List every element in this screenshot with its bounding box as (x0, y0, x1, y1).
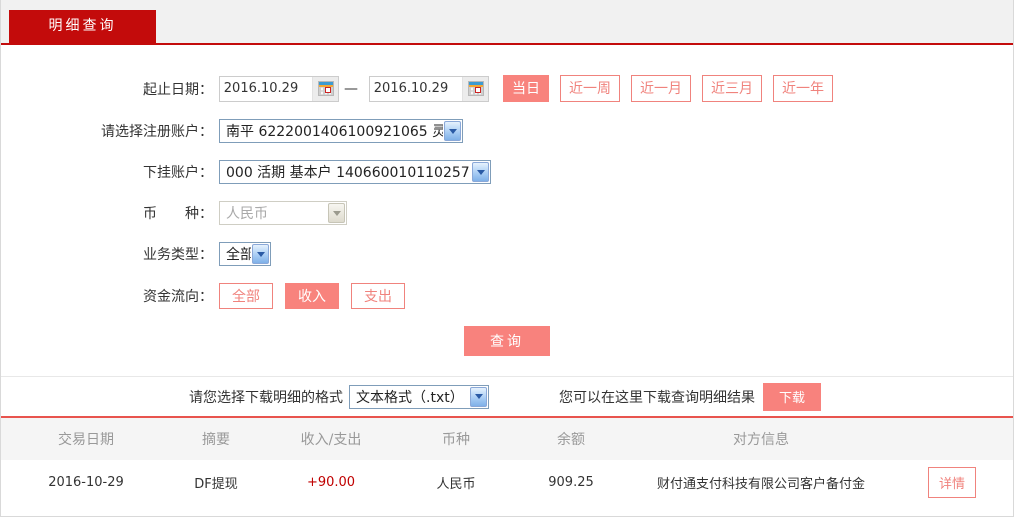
start-date-field (219, 75, 339, 102)
business-type-label: 业务类型： (143, 247, 213, 263)
currency-row: 币 种： 人民币 (1, 201, 1013, 225)
chevron-down-icon (328, 203, 345, 223)
header-trade-date: 交易日期 (58, 432, 114, 448)
register-account-value: 南平 6222001406100921065 灵通卡 (226, 124, 443, 140)
calendar-icon (317, 81, 334, 96)
end-date-input[interactable] (370, 77, 452, 100)
currency-select: 人民币 (219, 201, 347, 225)
register-account-label: 请选择注册账户： (101, 124, 213, 140)
header-balance: 余额 (557, 432, 585, 448)
calendar-icon (467, 81, 484, 96)
end-date-field (369, 75, 489, 102)
cell-amount: +90.00 (306, 475, 356, 490)
header-summary: 摘要 (202, 432, 230, 448)
download-format-select[interactable]: 文本格式（.txt） (349, 384, 489, 409)
fund-flow-label: 资金流向： (143, 289, 213, 305)
detail-button[interactable]: 详情 (927, 467, 976, 498)
quick-range-week-button[interactable]: 近一周 (560, 75, 620, 102)
cell-action: 详情 (891, 467, 1013, 498)
quick-range-quarter-button[interactable]: 近三月 (702, 75, 762, 102)
start-date-calendar-button[interactable] (312, 76, 338, 101)
detail-query-page: 明细查询 起止日期： — 当日 近一周 近一月 近三月 近一 (0, 0, 1014, 517)
header-counterparty: 对方信息 (733, 432, 789, 448)
cell-trade-date: 2016-10-29 (48, 475, 124, 490)
sub-account-value: 000 活期 基本户 1406600101102571848 (226, 165, 471, 181)
download-format-value: 文本格式（.txt） (356, 389, 464, 406)
sub-account-row: 下挂账户： 000 活期 基本户 1406600101102571848 (1, 160, 1013, 184)
sub-account-select[interactable]: 000 活期 基本户 1406600101102571848 (219, 160, 491, 184)
tab-detail-query[interactable]: 明细查询 (9, 10, 156, 43)
table-header: 交易日期 摘要 收入/支出 币种 余额 对方信息 (1, 418, 1013, 460)
quick-range-month-button[interactable]: 近一月 (631, 75, 691, 102)
currency-value: 人民币 (226, 206, 268, 222)
chevron-down-icon (444, 121, 461, 141)
start-date-input[interactable] (220, 77, 302, 100)
register-account-select[interactable]: 南平 6222001406100921065 灵通卡 (219, 119, 463, 143)
quick-range-today-button[interactable]: 当日 (503, 75, 549, 102)
header-income-expense: 收入/支出 (300, 432, 362, 448)
query-button[interactable]: 查询 (464, 326, 550, 356)
chevron-down-icon (252, 244, 269, 264)
business-type-select[interactable]: 全部 (219, 242, 271, 266)
tab-bar: 明细查询 (1, 0, 1013, 43)
sub-account-label: 下挂账户： (143, 165, 213, 181)
header-currency: 币种 (442, 432, 470, 448)
cell-summary: DF提现 (194, 477, 238, 492)
quick-range-year-button[interactable]: 近一年 (773, 75, 833, 102)
currency-label: 币 种： (143, 206, 213, 222)
chevron-down-icon (472, 162, 489, 182)
date-range-row: 起止日期： — 当日 近一周 近一月 近三月 近一年 (1, 75, 1013, 102)
download-hint: 您可以在这里下载查询明细结果 (559, 389, 755, 406)
query-form: 起止日期： — 当日 近一周 近一月 近三月 近一年 请选择注册账户： (1, 45, 1013, 356)
fund-flow-expense-button[interactable]: 支出 (351, 283, 405, 309)
date-range-label: 起止日期： (143, 81, 213, 98)
fund-flow-all-button[interactable]: 全部 (219, 283, 273, 309)
fund-flow-row: 资金流向： 全部 收入 支出 (1, 283, 1013, 309)
date-range-separator: — (344, 80, 358, 97)
end-date-calendar-button[interactable] (462, 76, 488, 101)
business-type-row: 业务类型： 全部 (1, 242, 1013, 266)
cell-counterparty: 财付通支付科技有限公司客户备付金 (656, 477, 865, 492)
fund-flow-income-button[interactable]: 收入 (285, 283, 339, 309)
download-format-label: 请您选择下载明细的格式 (189, 389, 343, 406)
business-type-value: 全部 (226, 247, 251, 263)
register-account-row: 请选择注册账户： 南平 6222001406100921065 灵通卡 (1, 119, 1013, 143)
cell-currency: 人民币 (436, 477, 476, 492)
chevron-down-icon (470, 386, 487, 407)
table-row: 2016-10-29 DF提现 +90.00 人民币 909.25 财付通支付科… (1, 460, 1013, 505)
download-bar: 请您选择下载明细的格式 文本格式（.txt） 您可以在这里下载查询明细结果 下载 (1, 376, 1013, 416)
download-button[interactable]: 下载 (763, 382, 821, 411)
cell-balance: 909.25 (548, 475, 594, 490)
